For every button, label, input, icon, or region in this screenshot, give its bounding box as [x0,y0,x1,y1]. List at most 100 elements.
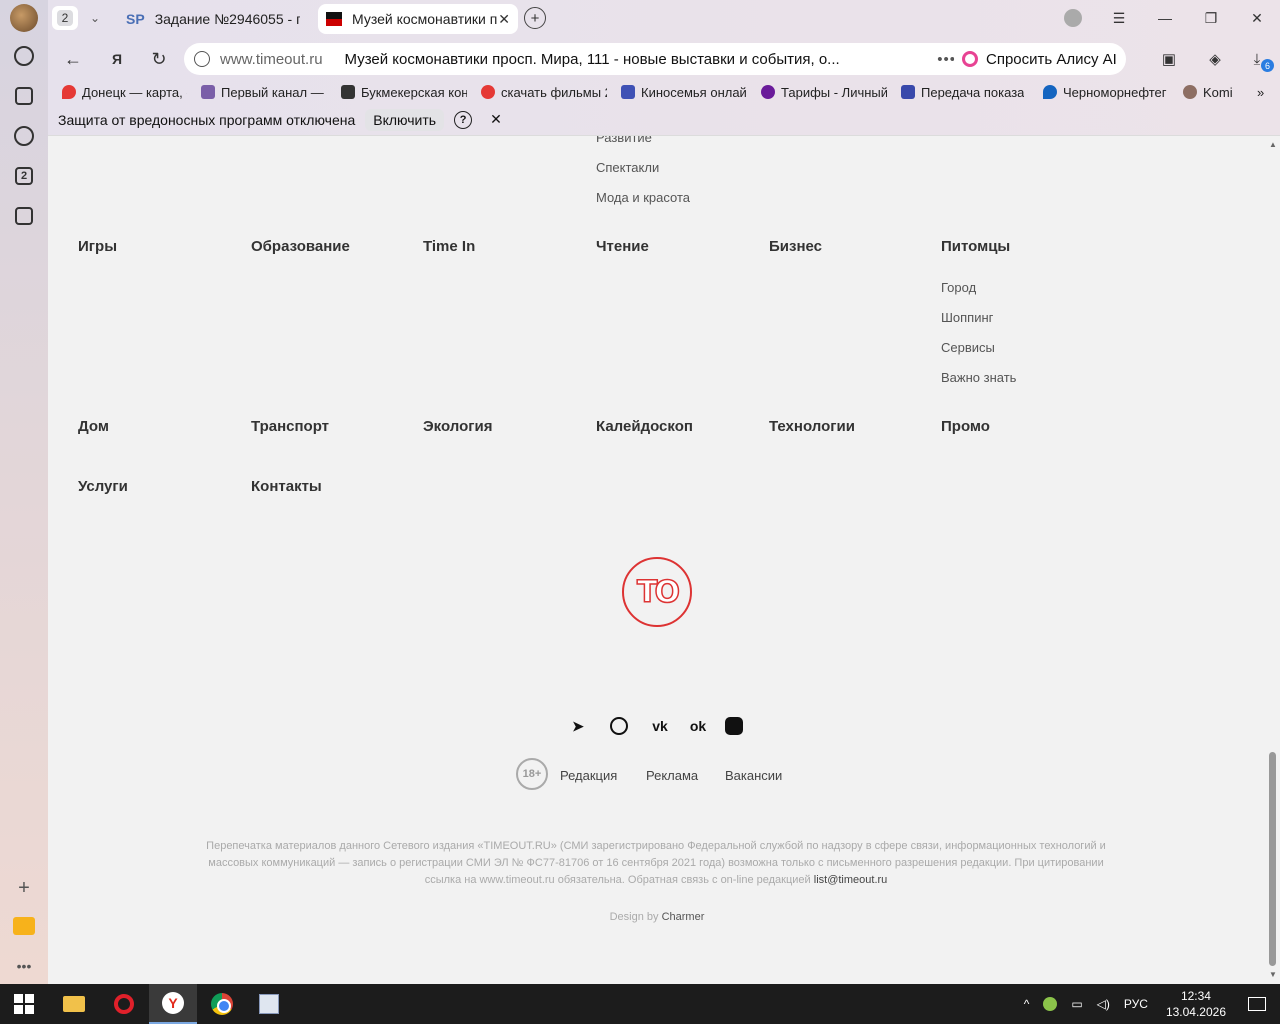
yandex-taskbar-button[interactable]: Y [149,984,197,1024]
odnoklassniki-icon[interactable]: ok [688,716,708,736]
footer-category[interactable]: Технологии [769,418,855,435]
vacancies-link[interactable]: Вакансии [725,768,782,783]
footer-sublink[interactable]: Спектакли [596,160,659,175]
dzen-icon[interactable] [724,716,744,736]
viber-icon[interactable] [609,716,629,736]
footer-category[interactable]: Питомцы [941,238,1010,255]
extension-icon[interactable]: ◈ [1204,48,1226,70]
footer-category[interactable]: Time In [423,238,475,255]
scroll-down-icon[interactable]: ▼ [1269,970,1277,979]
collections-icon[interactable] [12,84,36,108]
account-icon[interactable] [1050,0,1096,36]
editorial-link[interactable]: Редакция [560,768,617,783]
footer-category[interactable]: Транспорт [251,418,329,435]
footer-sublink[interactable]: Шоппинг [941,310,993,325]
chrome-taskbar-button[interactable] [198,984,246,1024]
help-icon[interactable]: ? [454,110,473,129]
timeout-logo[interactable]: TO [622,557,692,627]
collections-toolbar-icon[interactable]: ▣ [1158,48,1180,70]
shield-icon[interactable] [194,51,210,67]
minimize-button[interactable]: — [1142,0,1188,36]
tab-counter-button[interactable]: 2 [52,6,78,30]
telegram-icon[interactable]: ➤ [568,716,588,736]
footer-category[interactable]: Игры [78,238,117,255]
enable-button[interactable]: Включить [365,108,445,131]
close-window-button[interactable]: ✕ [1234,0,1280,36]
vk-icon[interactable]: vk [650,716,670,736]
design-prefix: Design by [609,911,659,923]
start-button[interactable] [0,984,48,1024]
add-panel-icon[interactable]: + [12,876,36,900]
more-icon[interactable]: ••• [12,954,36,978]
more-bookmarks-icon[interactable]: » [1257,85,1264,100]
bookmark-item[interactable]: Первый канал — с [201,85,327,100]
app-taskbar-button[interactable] [245,984,293,1024]
network-icon[interactable]: ▭ [1071,997,1082,1011]
legal-notice: Перепечатка материалов данного Сетевого … [196,838,1116,889]
downloads-icon[interactable]: ⤓ 6 [1246,48,1274,72]
footer-category[interactable]: Дом [78,418,109,435]
footer-category[interactable]: Промо [941,418,990,435]
chevron-down-icon[interactable]: ⌄ [82,6,108,30]
scroll-up-icon[interactable]: ▲ [1269,140,1277,149]
footer-sublink[interactable]: Важно знать [941,370,1016,385]
bookmark-item[interactable]: Передача показа [901,85,1029,100]
mail-icon[interactable] [12,914,36,938]
footer-category[interactable]: Услуги [78,478,128,495]
screenshot-icon[interactable] [12,204,36,228]
bookmark-item[interactable]: Черноморнефтег [1043,85,1169,100]
window-controls: ☰ — ❐ ✕ [1050,0,1280,36]
address-bar-row: ← Я ↻ www.timeout.ru Музей космонавтики … [48,40,1280,76]
bookmark-item[interactable]: Донецк — карта, с [62,85,187,100]
footer-sublink[interactable]: Развитие [596,136,652,145]
footer-category[interactable]: Чтение [596,238,649,255]
notifications-icon[interactable] [1248,997,1266,1011]
transfer-icon [901,85,915,99]
back-button[interactable]: ← [60,46,86,72]
yandex-button[interactable]: Я [104,46,130,72]
date-label: 13.04.2026 [1165,1005,1226,1019]
footer-sublink[interactable]: Мода и красота [596,190,690,205]
profile-avatar[interactable] [10,4,38,32]
url-field[interactable]: www.timeout.ru Музей космонавтики просп.… [184,43,994,75]
footer-category[interactable]: Образование [251,238,350,255]
tab-museum[interactable]: Музей космонавтики п ✕ [318,4,518,34]
scrollbar-thumb[interactable] [1269,752,1276,966]
reload-button[interactable]: ↻ [146,46,172,72]
language-indicator[interactable]: РУС [1124,997,1148,1011]
footer-sublink[interactable]: Город [941,280,976,295]
infobar-message: Защита от вредоносных программ отключена [58,111,356,128]
footer-category[interactable]: Калейдоскоп [596,418,693,435]
footer-category[interactable]: Бизнес [769,238,822,255]
volume-icon[interactable]: ◁) [1097,997,1110,1011]
history-icon[interactable] [12,44,36,68]
chevron-up-icon[interactable]: ^ [1024,997,1030,1011]
globe-icon [1183,85,1197,99]
footer-sublink[interactable]: Сервисы [941,340,995,355]
email-link[interactable]: list@timeout.ru [814,874,888,886]
bookmark-item[interactable]: Букмекерская кон [341,85,467,100]
close-tab-icon[interactable]: ✕ [498,11,510,28]
tabs-count-icon[interactable]: 2 [12,164,36,188]
alice-button[interactable]: Спросить Алису AI [954,43,1126,75]
bookmark-item[interactable]: Komi [1183,85,1239,100]
new-tab-button[interactable]: + [524,7,546,29]
bookmark-item[interactable]: Киносемья онлай [621,85,747,100]
advertising-link[interactable]: Реклама [646,768,698,783]
bookmark-item[interactable]: Тарифы - Личный [761,85,887,100]
footer-category[interactable]: Контакты [251,478,322,495]
menu-icon[interactable]: ☰ [1096,0,1142,36]
clock[interactable]: 12:34 13.04.2026 [1166,988,1226,1020]
designer-link[interactable]: Charmer [662,911,705,923]
footer-category[interactable]: Экология [423,418,493,435]
close-infobar-icon[interactable]: ✕ [490,111,502,128]
opera-taskbar-button[interactable] [100,984,148,1024]
explorer-taskbar-button[interactable] [50,984,98,1024]
bookmark-item[interactable]: скачать фильмы 2 [481,85,607,100]
tab-zadanie[interactable]: SP Задание №2946055 - про [118,4,308,34]
video-icon[interactable] [12,124,36,148]
page-scrollbar[interactable]: ▲ ▼ [1266,136,1280,984]
security-icon[interactable] [1043,997,1058,1011]
restore-button[interactable]: ❐ [1188,0,1234,36]
alice-icon [962,51,978,67]
